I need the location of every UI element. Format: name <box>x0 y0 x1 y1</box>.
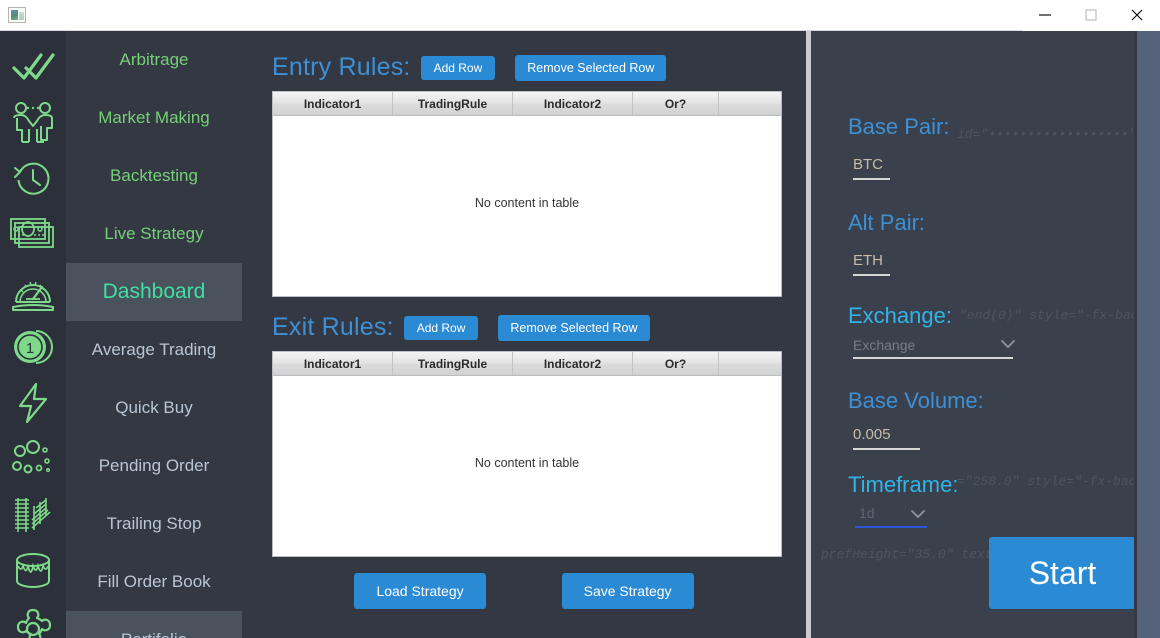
entry-col-blank[interactable] <box>719 92 781 115</box>
application-window: 1 Arbitrage Market Making Backtesting Li… <box>0 0 1160 638</box>
image-icon <box>8 7 26 23</box>
clock-history-icon[interactable] <box>7 151 59 207</box>
base-pair-underline <box>853 178 890 180</box>
exit-rules-table-header: Indicator1 TradingRule Indicator2 Or? <box>273 352 781 376</box>
vertical-scrollbar[interactable] <box>1134 31 1160 638</box>
exit-rules-table[interactable]: Indicator1 TradingRule Indicator2 Or? No… <box>272 351 782 557</box>
alt-pair-label: Alt Pair: <box>848 210 926 235</box>
minimize-button[interactable] <box>1022 0 1068 31</box>
entry-rules-table-header: Indicator1 TradingRule Indicator2 Or? <box>273 92 781 116</box>
nav-item-backtesting[interactable]: Backtesting <box>66 147 242 205</box>
strategy-buttons: Load Strategy Save Strategy <box>242 573 806 609</box>
entry-rules-header: Entry Rules: Add Row Remove Selected Row <box>242 53 806 82</box>
entry-rules-table-body: No content in table <box>273 116 781 296</box>
exit-rules-title: Exit Rules: <box>272 313 394 341</box>
scrollbar-thumb[interactable] <box>1137 31 1160 638</box>
exit-col-indicator1[interactable]: Indicator1 <box>273 352 393 375</box>
maximize-button[interactable] <box>1068 0 1114 31</box>
chevron-down-icon[interactable] <box>1001 337 1015 352</box>
close-icon <box>1131 9 1143 21</box>
entry-add-row-button[interactable]: Add Row <box>420 55 496 80</box>
maximize-icon <box>1085 9 1097 21</box>
base-pair-input[interactable]: BTC <box>853 156 883 176</box>
exchange-select[interactable]: Exchange <box>853 337 1013 353</box>
icon-rail: 1 <box>0 31 66 638</box>
entry-col-or[interactable]: Or? <box>633 92 719 115</box>
exit-col-blank[interactable] <box>719 352 781 375</box>
bubbles-icon[interactable] <box>7 431 59 487</box>
ghost-text-1: id="••••••••••••••••••" sty <box>957 127 1160 142</box>
entry-rules-title: Entry Rules: <box>272 53 411 81</box>
nav-item-live-strategy[interactable]: Live Strategy <box>66 205 242 263</box>
lightning-bolt-icon[interactable] <box>7 375 59 431</box>
exchange-underline <box>853 357 1013 359</box>
paint-bucket-icon[interactable] <box>7 543 59 599</box>
exchange-label: Exchange: <box>848 303 952 328</box>
base-pair-label: Base Pair: <box>848 114 950 139</box>
ghost-text-2: "end(0)" style="-fx-backgroun <box>959 308 1160 323</box>
exit-col-or[interactable]: Or? <box>633 352 719 375</box>
nav-item-portifolio[interactable]: Portifolio <box>66 611 242 638</box>
exchange-select-value: Exchange <box>853 337 916 353</box>
entry-col-indicator2[interactable]: Indicator2 <box>513 92 633 115</box>
settings-panel: id="••••••••••••••••••" sty "end(0)" sty… <box>811 31 1160 638</box>
timeframe-label: Timeframe: <box>848 472 959 497</box>
alt-pair-input[interactable]: ETH <box>853 252 883 272</box>
exit-rules-table-body: No content in table <box>273 376 781 556</box>
entry-rules-table[interactable]: Indicator1 TradingRule Indicator2 Or? No… <box>272 91 782 297</box>
timeframe-select-value: 1d <box>859 505 875 521</box>
svg-text:1: 1 <box>26 340 34 357</box>
nav-menu: Arbitrage Market Making Backtesting Live… <box>66 31 242 638</box>
double-check-icon[interactable] <box>7 39 59 95</box>
base-volume-underline <box>853 448 920 450</box>
gauge-icon[interactable] <box>7 263 59 319</box>
base-volume-input[interactable]: 0.005 <box>853 426 891 446</box>
nav-item-trailing-stop[interactable]: Trailing Stop <box>66 495 242 553</box>
exit-col-indicator2[interactable]: Indicator2 <box>513 352 633 375</box>
minimize-icon <box>1039 14 1051 16</box>
base-volume-label: Base Volume: <box>848 388 984 413</box>
timeframe-chevron-down-icon[interactable] <box>911 507 925 522</box>
nav-item-arbitrage[interactable]: Arbitrage <box>66 31 242 89</box>
exit-remove-row-button[interactable]: Remove Selected Row <box>498 314 650 341</box>
nav-item-fill-order-book[interactable]: Fill Order Book <box>66 553 242 611</box>
entry-col-indicator1[interactable]: Indicator1 <box>273 92 393 115</box>
window-controls <box>1022 0 1160 31</box>
save-strategy-button[interactable]: Save Strategy <box>561 573 694 609</box>
ghost-text-3: ="258.0" style="-fx-backgro <box>957 474 1160 489</box>
exit-col-tradingrule[interactable]: TradingRule <box>393 352 513 375</box>
entry-rules-empty-message: No content in table <box>474 196 580 210</box>
timeframe-underline <box>855 526 927 528</box>
alt-pair-underline <box>853 274 890 276</box>
banknotes-icon[interactable] <box>7 207 59 263</box>
start-button[interactable]: Start <box>989 537 1136 609</box>
nav-item-dashboard[interactable]: Dashboard <box>66 263 242 321</box>
nav-item-market-making[interactable]: Market Making <box>66 89 242 147</box>
rules-panel: Entry Rules: Add Row Remove Selected Row… <box>242 31 806 638</box>
handshake-icon[interactable] <box>7 95 59 151</box>
exit-add-row-button[interactable]: Add Row <box>403 315 479 340</box>
entry-remove-row-button[interactable]: Remove Selected Row <box>515 54 667 81</box>
exit-rules-header: Exit Rules: Add Row Remove Selected Row <box>242 313 806 342</box>
load-strategy-button[interactable]: Load Strategy <box>354 573 486 609</box>
nav-item-average-trading[interactable]: Average Trading <box>66 321 242 379</box>
gear-icon[interactable] <box>7 599 59 638</box>
title-bar <box>0 0 1160 31</box>
nav-item-pending-order[interactable]: Pending Order <box>66 437 242 495</box>
title-bar-left <box>0 7 34 23</box>
exit-rules-empty-message: No content in table <box>474 456 580 470</box>
nav-item-quick-buy[interactable]: Quick Buy <box>66 379 242 437</box>
entry-col-tradingrule[interactable]: TradingRule <box>393 92 513 115</box>
coin-one-icon[interactable]: 1 <box>7 319 59 375</box>
close-button[interactable] <box>1114 0 1160 31</box>
candlestick-chart-icon[interactable] <box>7 487 59 543</box>
